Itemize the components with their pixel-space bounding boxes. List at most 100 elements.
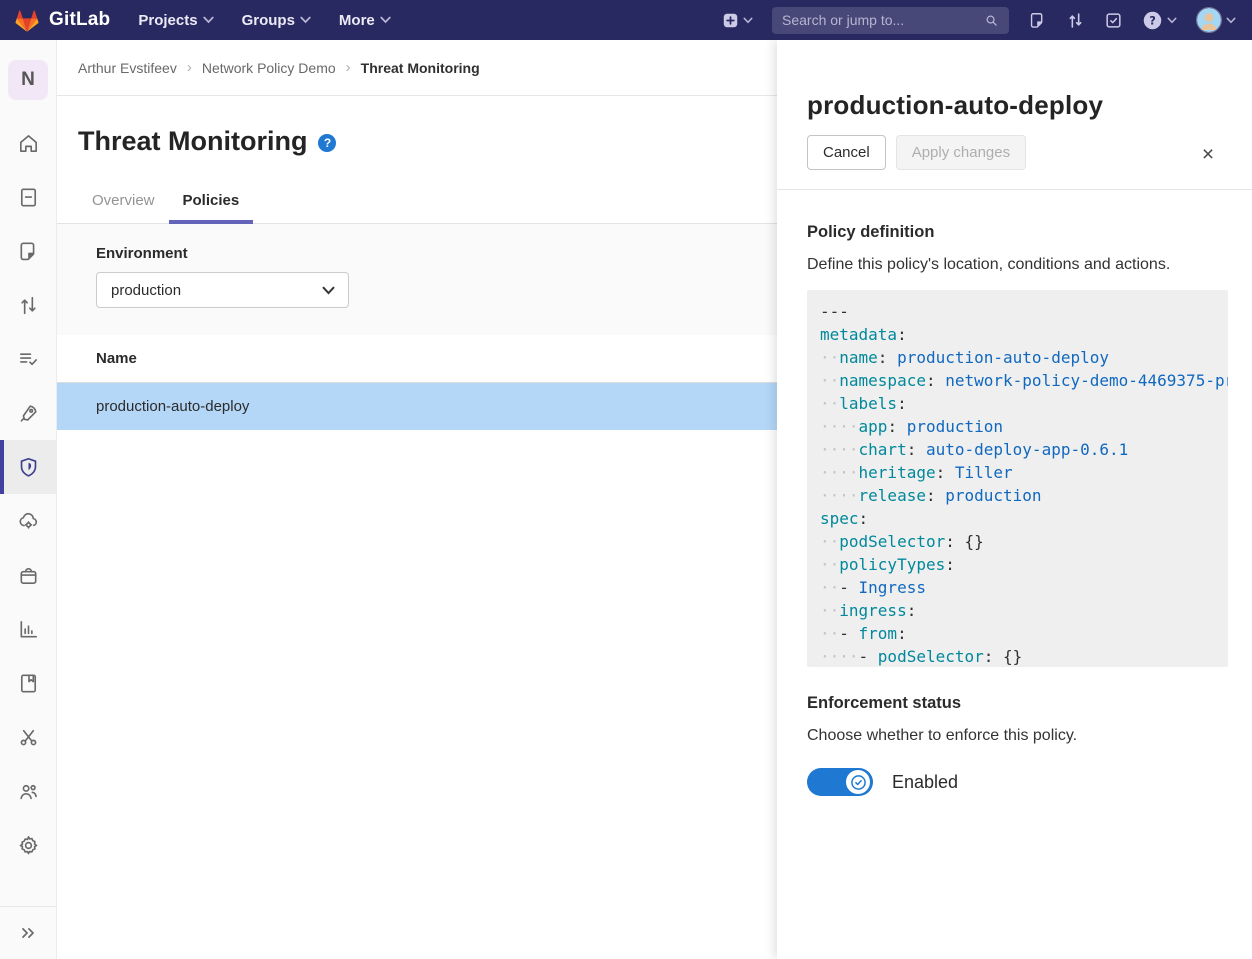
issues-icon <box>17 240 40 263</box>
drawer-body: Policy definition Define this policy's l… <box>777 190 1252 796</box>
sidebar-item-snippets[interactable] <box>0 710 56 764</box>
environment-select-value: production <box>111 282 181 299</box>
sidebar-item-ci-cd[interactable] <box>0 386 56 440</box>
enforcement-toggle[interactable] <box>807 768 873 796</box>
code-line: metadata: <box>820 323 1228 346</box>
enforcement-status-heading: Enforcement status <box>807 694 1228 713</box>
user-menu-button[interactable] <box>1196 7 1236 33</box>
search-input[interactable] <box>782 12 984 28</box>
code-line: ··podSelector: {} <box>820 530 1228 553</box>
global-search[interactable] <box>772 7 1009 34</box>
tab-policies[interactable]: Policies <box>169 181 254 224</box>
wiki-icon <box>17 672 40 695</box>
members-icon <box>17 780 40 803</box>
code-line: ····app: production <box>820 415 1228 438</box>
code-line: ····release: production <box>820 484 1228 507</box>
code-line: --- <box>820 300 1228 323</box>
svg-text:?: ? <box>1149 13 1156 27</box>
merge-requests-icon <box>17 294 40 317</box>
project-sidebar: N <box>0 40 57 959</box>
tab-overview[interactable]: Overview <box>78 181 169 223</box>
environment-select[interactable]: production <box>96 272 349 308</box>
code-line: ··labels: <box>820 392 1228 415</box>
code-line: spec: <box>820 507 1228 530</box>
chevron-separator-icon: › <box>346 59 351 76</box>
policy-editor-drawer: production-auto-deploy × Cancel Apply ch… <box>777 40 1252 959</box>
requirements-icon <box>17 348 40 371</box>
menu-groups[interactable]: Groups <box>242 12 311 29</box>
plus-menu-icon <box>722 12 739 29</box>
close-icon[interactable]: × <box>1197 144 1219 166</box>
code-line: ··namespace: network-policy-demo-4469375… <box>820 369 1228 392</box>
sidebar-item-packages[interactable] <box>0 548 56 602</box>
navbar-right: ? <box>722 7 1236 34</box>
operations-icon <box>17 510 40 533</box>
brand-name: GitLab <box>49 9 110 31</box>
help-icon[interactable]: ? <box>318 134 336 152</box>
menu-more[interactable]: More <box>339 12 391 29</box>
code-line: ····- podSelector: {} <box>820 645 1228 667</box>
code-line: ····heritage: Tiller <box>820 461 1228 484</box>
menu-projects-label: Projects <box>138 12 197 29</box>
top-navbar: GitLab Projects Groups More <box>0 0 1252 40</box>
main-menu: Projects Groups More <box>138 12 390 29</box>
sidebar-item-settings[interactable] <box>0 818 56 872</box>
project-avatar-initial: N <box>8 60 48 100</box>
chevron-down-icon <box>1226 17 1236 24</box>
drawer-header: production-auto-deploy × Cancel Apply ch… <box>777 40 1252 190</box>
gitlab-home-link[interactable]: GitLab <box>14 8 110 33</box>
security-compliance-icon <box>17 456 40 479</box>
cancel-button[interactable]: Cancel <box>807 135 886 170</box>
chevron-down-icon <box>300 16 311 24</box>
chevron-down-icon <box>380 16 391 24</box>
drawer-buttons: Cancel Apply changes <box>807 135 1228 170</box>
sidebar-item-issues[interactable] <box>0 224 56 278</box>
breadcrumb-project[interactable]: Network Policy Demo <box>202 60 336 76</box>
policy-name: production-auto-deploy <box>96 398 249 415</box>
collapse-sidebar-button[interactable] <box>0 906 56 959</box>
sidebar-item-wiki[interactable] <box>0 656 56 710</box>
sidebar-nav <box>0 116 56 872</box>
enforcement-status-description: Choose whether to enforce this policy. <box>807 727 1228 745</box>
sidebar-item-members[interactable] <box>0 764 56 818</box>
chevron-down-icon <box>743 17 753 24</box>
double-chevron-right-icon <box>17 922 39 944</box>
merge-requests-dashboard-button[interactable] <box>1066 11 1085 30</box>
user-avatar <box>1196 7 1222 33</box>
snippets-icon <box>17 726 40 749</box>
page-title: Threat Monitoring <box>78 126 307 157</box>
help-icon: ? <box>1142 10 1163 31</box>
code-line: ··ingress: <box>820 599 1228 622</box>
todos-button[interactable] <box>1104 11 1123 30</box>
breadcrumb-current: Threat Monitoring <box>361 60 480 76</box>
chevron-down-icon <box>203 16 214 24</box>
column-name: Name <box>96 350 137 367</box>
help-menu-button[interactable]: ? <box>1142 10 1177 31</box>
chevron-down-icon <box>322 286 335 295</box>
sidebar-item-operations[interactable] <box>0 494 56 548</box>
settings-icon <box>17 834 40 857</box>
code-line: ····chart: auto-deploy-app-0.6.1 <box>820 438 1228 461</box>
issues-dashboard-button[interactable] <box>1028 11 1047 30</box>
chevron-down-icon <box>1167 17 1177 24</box>
sidebar-item-merge-requests[interactable] <box>0 278 56 332</box>
sidebar-item-project-home[interactable] <box>0 116 56 170</box>
new-menu-button[interactable] <box>722 12 753 29</box>
menu-more-label: More <box>339 12 375 29</box>
search-icon <box>984 13 999 28</box>
breadcrumb-user[interactable]: Arthur Evstifeev <box>78 60 177 76</box>
menu-projects[interactable]: Projects <box>138 12 213 29</box>
gitlab-logo-icon <box>14 8 40 33</box>
code-line: ··name: production-auto-deploy <box>820 346 1228 369</box>
sidebar-item-repository[interactable] <box>0 170 56 224</box>
sidebar-item-analytics[interactable] <box>0 602 56 656</box>
repository-icon <box>17 186 40 209</box>
sidebar-item-requirements[interactable] <box>0 332 56 386</box>
sidebar-item-security-compliance[interactable] <box>0 440 56 494</box>
code-line: ··policyTypes: <box>820 553 1228 576</box>
policy-code[interactable]: ---metadata:··name: production-auto-depl… <box>807 290 1228 667</box>
apply-changes-button[interactable]: Apply changes <box>896 135 1026 170</box>
project-avatar[interactable]: N <box>8 60 48 100</box>
menu-groups-label: Groups <box>242 12 295 29</box>
enforcement-toggle-label: Enabled <box>892 772 958 793</box>
